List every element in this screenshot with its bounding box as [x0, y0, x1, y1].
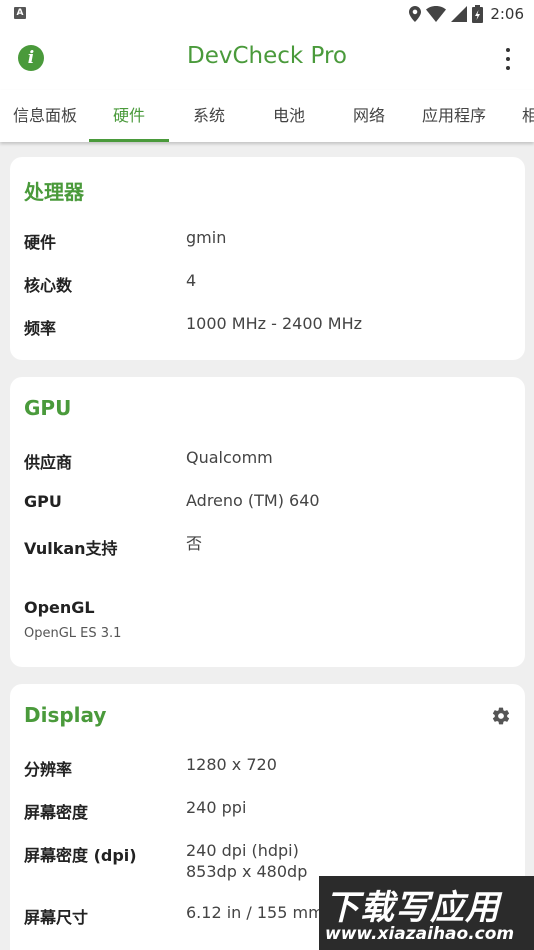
- notification-icon: A: [14, 7, 26, 19]
- opengl-value: OpenGL ES 3.1: [24, 626, 122, 641]
- opengl-label: OpenGL: [24, 598, 95, 617]
- status-icons: 2:06: [409, 3, 524, 25]
- row-value: 4: [186, 271, 197, 290]
- tab-camera-partial[interactable]: 相: [522, 90, 534, 142]
- row-value: gmin: [186, 228, 227, 247]
- location-icon: [409, 6, 422, 22]
- row-value: Qualcomm: [186, 448, 273, 467]
- row-label: 硬件: [24, 233, 57, 252]
- wifi-icon: [426, 6, 447, 22]
- tab-hardware[interactable]: 硬件: [89, 90, 169, 142]
- tab-apps[interactable]: 应用程序: [414, 90, 494, 142]
- watermark-text: 下载写应用: [325, 888, 500, 928]
- row-label: 供应商: [24, 453, 73, 472]
- gpu-title: GPU: [24, 396, 72, 420]
- more-options-icon[interactable]: [498, 48, 518, 70]
- gear-icon[interactable]: [491, 706, 511, 726]
- app-title: DevCheck Pro: [186, 43, 348, 69]
- tab-dashboard[interactable]: 信息面板: [5, 90, 85, 142]
- row-label: Vulkan支持: [24, 539, 118, 558]
- display-title: Display: [24, 703, 107, 727]
- row-label: 屏幕密度 (dpi): [24, 846, 137, 865]
- row-value: 否: [186, 534, 203, 553]
- row-label: 核心数: [24, 276, 73, 295]
- row-value: 1280 x 720: [186, 755, 277, 774]
- row-value: 6.12 in / 155 mm: [186, 903, 324, 922]
- processor-title: 处理器: [24, 180, 84, 204]
- tab-network[interactable]: 网络: [329, 90, 409, 142]
- row-value: Adreno (TM) 640: [186, 491, 320, 510]
- row-label: 屏幕密度: [24, 803, 89, 822]
- content-scroll[interactable]: 处理器 硬件 gmin 核心数 4 频率 1000 MHz - 2400 MHz…: [0, 142, 534, 950]
- row-value: 1000 MHz - 2400 MHz: [186, 314, 363, 333]
- row-label: 屏幕尺寸: [24, 908, 89, 927]
- processor-card: 处理器 硬件 gmin 核心数 4 频率 1000 MHz - 2400 MHz: [10, 157, 525, 360]
- watermark-url: www.xiazaihao.com: [325, 924, 515, 944]
- row-label: GPU: [24, 492, 62, 511]
- row-value: 240 ppi: [186, 798, 247, 817]
- battery-icon: [472, 5, 484, 23]
- gpu-card: GPU 供应商 Qualcomm GPU Adreno (TM) 640 Vul…: [10, 377, 525, 667]
- tab-system[interactable]: 系统: [169, 90, 249, 142]
- status-bar: A 2:06: [0, 0, 534, 28]
- row-label: 分辨率: [24, 760, 73, 779]
- status-time: 2:06: [490, 5, 524, 23]
- app-bar: i DevCheck Pro: [0, 28, 534, 90]
- signal-icon: [451, 6, 468, 22]
- tab-battery[interactable]: 电池: [249, 90, 329, 142]
- row-label: 频率: [24, 319, 57, 338]
- row-value-secondary: 853dp x 480dp: [186, 862, 308, 881]
- row-value: 240 dpi (hdpi): [186, 841, 299, 860]
- watermark-logo: 下载写应用 www.xiazaihao.com: [319, 876, 534, 950]
- tab-bar: 信息面板 硬件 系统 电池 网络 应用程序 相: [0, 90, 534, 142]
